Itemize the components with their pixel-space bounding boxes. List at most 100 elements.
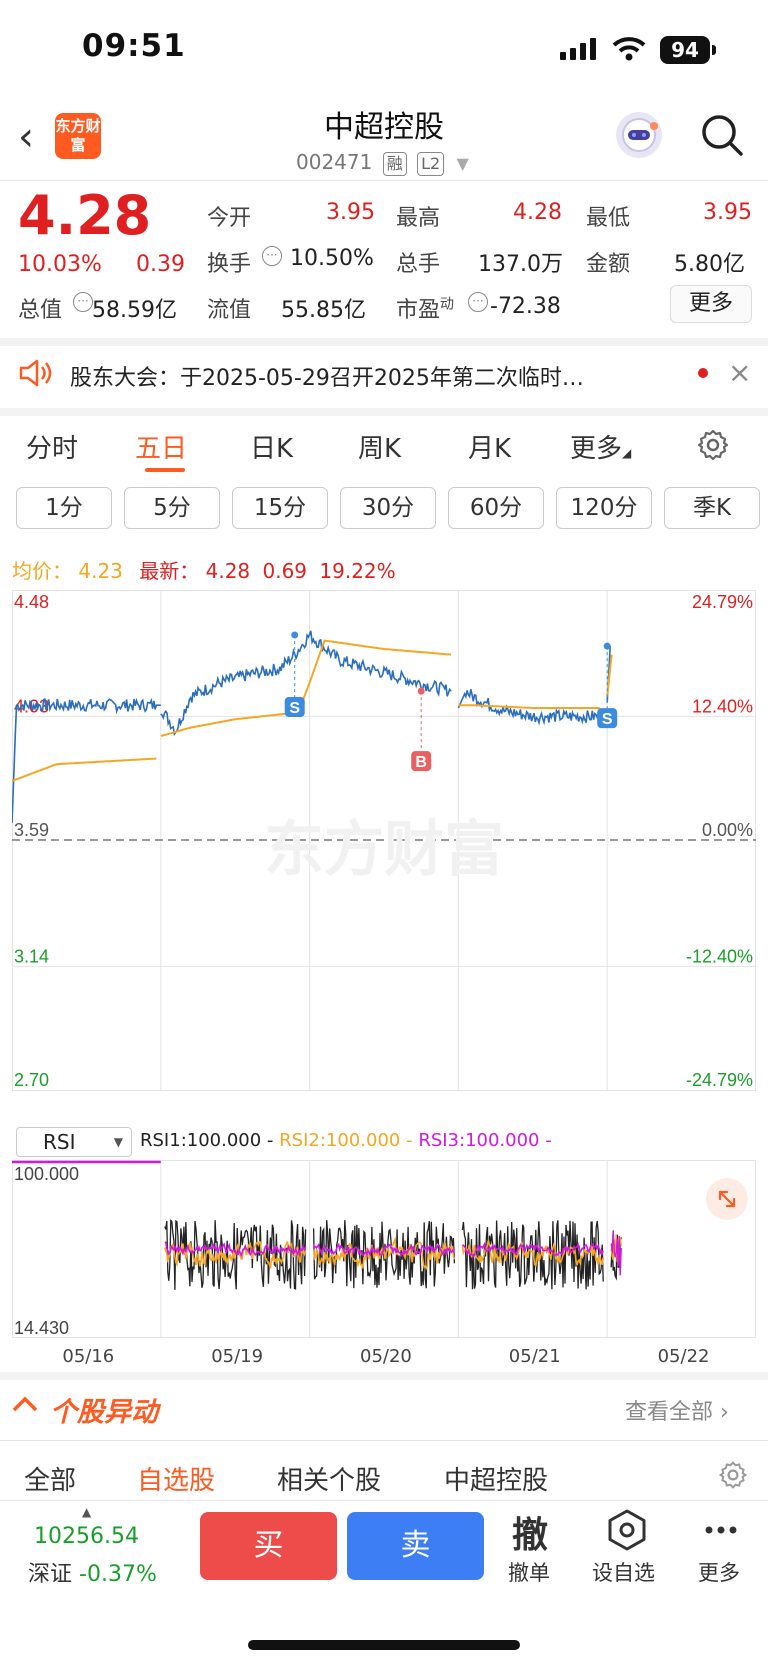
stock-code-row[interactable]: 002471 融 L2 ▼ (296, 150, 469, 176)
last-label: 最新： (139, 559, 200, 583)
y-tick-right: 12.40% (692, 696, 753, 716)
close-icon[interactable]: × (728, 356, 751, 389)
period-15min[interactable]: 15分 (232, 487, 328, 529)
tab-timeshare[interactable]: 分时 (26, 428, 78, 465)
x-axis-labels: 05/16 05/19 05/20 05/21 05/22 (12, 1346, 756, 1370)
tab-more[interactable]: 更多◢ (570, 428, 631, 465)
stock-code: 002471 (296, 150, 373, 174)
trade-marker-label: B (415, 754, 427, 771)
index-row[interactable]: 深证 -0.37% (28, 1556, 157, 1588)
rsi-bottom-label: 14.430 (14, 1318, 69, 1338)
info-icon[interactable]: ··· (262, 246, 282, 266)
float-label: 流值 (207, 298, 252, 323)
tab-monthly-k[interactable]: 月K (468, 428, 511, 465)
index-expand-icon[interactable]: ▲ (82, 1505, 91, 1519)
last-value: 4.28 (205, 559, 251, 583)
search-icon[interactable] (700, 113, 744, 161)
period-5min[interactable]: 5分 (124, 487, 220, 529)
amount-value: 5.80亿 (674, 252, 745, 277)
movement-title: 个股异动 (50, 1397, 158, 1428)
open-value: 3.95 (326, 200, 375, 225)
period-1min[interactable]: 1分 (16, 487, 112, 529)
margin-tag: 融 (382, 152, 407, 176)
turnover-label: 换手 (207, 252, 252, 277)
level2-tag: L2 (417, 152, 445, 176)
price-line (12, 697, 161, 824)
mktcap-value: 58.59亿 (92, 298, 177, 323)
dropdown-icon: ▼ (456, 154, 469, 173)
notice-divider (0, 408, 768, 416)
rsi-chart[interactable]: 100.000 14.430 (12, 1160, 756, 1340)
more-label[interactable]: 更多 (698, 1557, 740, 1587)
period-120min[interactable]: 120分 (556, 487, 652, 529)
gear-icon[interactable] (718, 1460, 748, 1494)
avg-line (12, 757, 157, 782)
period-60min[interactable]: 60分 (448, 487, 544, 529)
more-dots-icon[interactable] (704, 1520, 738, 1539)
float-value: 55.85亿 (281, 298, 366, 323)
rsi3-value: RSI3:100.000 - (418, 1130, 552, 1151)
open-label: 今开 (207, 206, 252, 231)
five-day-change: 0.69 (262, 559, 308, 583)
y-tick-left: 4.48 (14, 592, 49, 612)
info-icon[interactable]: ··· (468, 292, 488, 312)
watermark: 东方财富 (264, 815, 504, 885)
subtab-watchlist[interactable]: 自选股 (137, 1460, 215, 1497)
x-tick-label: 05/21 (508, 1346, 561, 1367)
trade-marker-label: S (289, 700, 300, 717)
status-time: 09:51 (82, 28, 186, 64)
cancel-order-icon[interactable]: 撤 (512, 1506, 548, 1558)
chart-bottom-divider (0, 1372, 768, 1380)
pe-label: 市盈动 (396, 296, 455, 323)
chevron-right-icon: › (720, 1400, 729, 1425)
avg-line (458, 704, 600, 709)
high-label: 最高 (396, 206, 441, 231)
y-tick-right: 0.00% (702, 820, 753, 840)
period-season-k[interactable]: 季K (664, 487, 760, 529)
price-chart[interactable]: 4.48 24.79%4.03 12.40%3.59 0.00%3.14 -12.40%… (12, 590, 756, 1120)
movement-divider (0, 1440, 768, 1441)
header-divider (0, 180, 768, 181)
rsi-legend: RSI1:100.000 - RSI2:100.000 - RSI3:100.0… (140, 1130, 552, 1151)
subtab-stock[interactable]: 中超控股 (444, 1460, 548, 1497)
subtab-related[interactable]: 相关个股 (277, 1460, 381, 1497)
period-30min[interactable]: 30分 (340, 487, 436, 529)
price-line (160, 630, 452, 737)
rsi1-value: RSI1:100.000 - (140, 1130, 274, 1151)
tab-weekly-k[interactable]: 周K (358, 428, 401, 465)
pe-value: -72.38 (490, 294, 561, 319)
trade-marker-label: S (602, 711, 613, 728)
y-tick-left: 2.70 (14, 1070, 49, 1090)
more-quote-button[interactable]: 更多 (670, 285, 752, 323)
tab-daily-k[interactable]: 日K (250, 428, 293, 465)
subtab-all[interactable]: 全部 (24, 1460, 76, 1497)
x-tick-label: 05/20 (360, 1346, 412, 1367)
battery-indicator: 94 (660, 36, 710, 64)
buy-button[interactable]: 买 (200, 1512, 337, 1580)
x-tick-label: 05/19 (211, 1346, 264, 1367)
rsi-selector[interactable]: RSI ▼ (16, 1127, 132, 1157)
unread-dot (698, 368, 708, 378)
notice-text[interactable]: 股东大会：于2025-05-29召开2025年第二次临时… (70, 360, 680, 392)
y-tick-right: -24.79% (686, 1070, 753, 1090)
sell-button[interactable]: 卖 (347, 1512, 484, 1580)
chart-legend: 均价： 4.23 最新： 4.28 0.69 19.22% (12, 555, 396, 584)
chevron-up-icon[interactable] (10, 1392, 40, 1420)
add-watchlist-label[interactable]: 设自选 (592, 1557, 655, 1587)
speaker-icon (18, 358, 54, 392)
index-value[interactable]: 10256.54 (34, 1524, 139, 1549)
home-indicator (248, 1640, 520, 1650)
expand-icon[interactable] (706, 1178, 748, 1220)
info-icon[interactable]: ··· (73, 292, 93, 312)
low-value: 3.95 (703, 200, 752, 225)
add-watchlist-icon[interactable] (605, 1508, 649, 1556)
cancel-order-label[interactable]: 撤单 (508, 1557, 550, 1587)
y-tick-left: 3.59 (14, 820, 49, 840)
gear-icon[interactable] (696, 428, 730, 466)
volume-value: 137.0万 (478, 252, 563, 277)
view-all-link[interactable]: 查看全部 › (625, 1394, 729, 1426)
x-tick-label: 05/16 (62, 1346, 115, 1367)
x-tick-label: 05/22 (657, 1346, 710, 1367)
tab-five-day[interactable]: 五日 (135, 428, 187, 465)
robot-avatar-icon[interactable] (616, 112, 662, 158)
